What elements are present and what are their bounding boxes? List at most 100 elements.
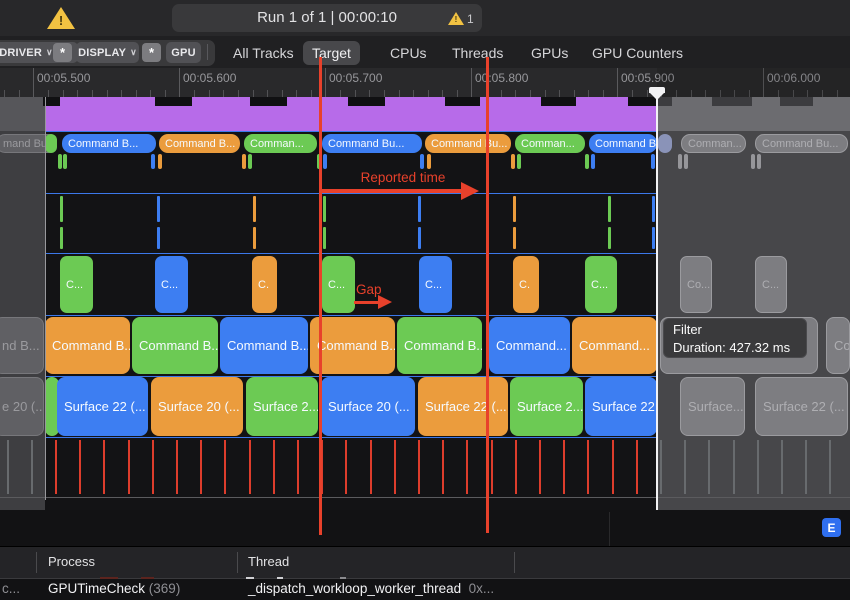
command-block[interactable]: Command B... [45,317,130,374]
signal-bar [253,227,256,249]
ruler-minor-tick [150,90,151,97]
command-buffer-pill[interactable]: Command B... [589,134,657,153]
command-buffer-pill[interactable]: Command Bu... [425,134,511,153]
column-process[interactable]: Process [48,554,95,569]
command-block[interactable]: Command B... [220,317,308,374]
surface-block[interactable]: Surface 22 (... [585,377,657,436]
surface-block[interactable]: Surface... [680,377,745,436]
row-remnant-dash [246,577,254,579]
command-block[interactable]: nd B... [0,317,44,374]
run-info-pill[interactable]: Run 1 of 1 | 00:00:10 ! 1 [172,4,482,32]
ruler-minor-tick [428,90,429,97]
tab-all-tracks[interactable]: All Tracks [233,41,294,65]
tab-cpus[interactable]: CPUs [390,41,427,65]
surface-block[interactable]: Surface 22 (... [755,377,848,436]
instruments-window: ! Run 1 of 1 | 00:00:10 ! 1 DRIVER∨ * DI… [0,0,850,600]
command-buffer-pill[interactable]: Command Bu... [755,134,848,153]
surface-block[interactable]: Surface 20 (... [151,377,243,436]
encoder-block[interactable]: C... [322,256,355,313]
event-mark [751,154,755,169]
timeline-tracks[interactable]: mand Bu...Command B...Command B...Comman… [0,97,850,510]
ruler-minor-tick [647,90,648,97]
command-buffer-pill[interactable] [45,134,57,153]
reported-time-arrow [322,189,463,193]
ruler-minor-tick [296,90,297,97]
command-buffer-pill[interactable] [658,134,672,153]
command-buffer-pill[interactable]: Command B... [62,134,156,153]
playhead-line[interactable] [656,88,658,510]
vsync-tick [297,440,299,494]
surface-block[interactable]: Surface 22 (... [57,377,148,436]
command-buffer-pill[interactable]: Comman... [681,134,746,153]
vsync-tick [442,440,444,494]
command-buffer-pill[interactable]: Comman... [515,134,585,153]
vsync-tick [418,440,420,494]
marker-line-end[interactable] [486,57,489,533]
encoder-block[interactable]: C. [513,256,539,313]
command-block[interactable]: Command B... [310,317,395,374]
surface-block[interactable]: Surface 22 (... [418,377,508,436]
table-row[interactable]: c... GPUTimeCheck (369) _dispatch_worklo… [0,581,850,600]
signal-bar [60,227,63,249]
tab-threads[interactable]: Threads [452,41,503,65]
ruler-major-tick [179,68,180,97]
track-border-line [45,437,657,438]
encoder-block[interactable]: C... [585,256,617,313]
ruler-minor-tick [501,90,502,97]
ruler-major-tick [33,68,34,97]
vsync-tick [103,440,105,494]
command-buffer-pill[interactable]: Command B... [159,134,240,153]
column-thread[interactable]: Thread [248,554,289,569]
process-cell: GPUTimeCheck (369) [48,581,180,596]
event-mark [651,154,655,169]
filter-tooltip: Filter Duration: 427.32 ms [663,318,807,358]
encoder-block[interactable]: C. [252,256,277,313]
marker-line-start[interactable] [319,57,322,535]
command-block[interactable]: Command B... [397,317,482,374]
vsync-tick [757,440,759,494]
asterisk-icon: * [60,45,65,60]
encoder-block[interactable]: C... [155,256,188,313]
driver-options-button[interactable]: * [53,43,72,62]
ruler-minor-tick [223,90,224,97]
event-mark [58,154,62,169]
command-block[interactable]: Command B... [132,317,218,374]
warning-icon[interactable]: ! [47,7,75,29]
ruler-major-tick [471,68,472,97]
display-dropdown[interactable]: DISPLAY∨ [76,42,139,63]
display-options-button[interactable]: * [142,43,161,62]
chevron-down-icon: ∨ [130,47,137,58]
tab-gpu-counters[interactable]: GPU Counters [592,41,683,65]
surface-block[interactable]: e 20 (... [0,377,44,436]
signal-bar [513,196,516,222]
encoder-block[interactable]: Co... [680,256,712,313]
surface-block[interactable]: Surface 2... [510,377,583,436]
vsync-tick [152,440,154,494]
command-block[interactable]: Co... [826,317,850,374]
ruler-minor-tick [632,90,633,97]
command-buffer-pill[interactable]: Command Bu... [322,134,422,153]
event-mark [420,154,424,169]
detail-panel: E Process Thread c... GPUTimeCheck (369)… [0,510,850,600]
tooltip-title: Filter [673,321,806,339]
vsync-tick [660,440,662,494]
warning-badge-icon[interactable]: ! [448,12,464,25]
encoder-block[interactable]: C... [60,256,93,313]
command-buffer-pill[interactable]: Comman... [244,134,317,153]
signal-bar [157,227,160,249]
surface-block[interactable]: Surface 2... [246,377,318,436]
encoder-block[interactable]: C... [755,256,787,313]
gpu-button[interactable]: GPU [166,42,201,63]
tab-target[interactable]: Target [303,41,360,65]
command-block[interactable]: Command... [489,317,570,374]
tab-gpus[interactable]: GPUs [531,41,568,65]
command-block[interactable]: Command... [572,317,657,374]
encoder-block[interactable]: C... [419,256,452,313]
surface-block[interactable]: Surface 20 (... [321,377,415,436]
vsync-tick [563,440,565,494]
event-mark [585,154,589,169]
e-badge-button[interactable]: E [822,518,841,537]
table-header: Process Thread [0,546,850,579]
ruler-minor-tick [399,90,400,97]
filter-left-boundary[interactable] [45,97,46,500]
